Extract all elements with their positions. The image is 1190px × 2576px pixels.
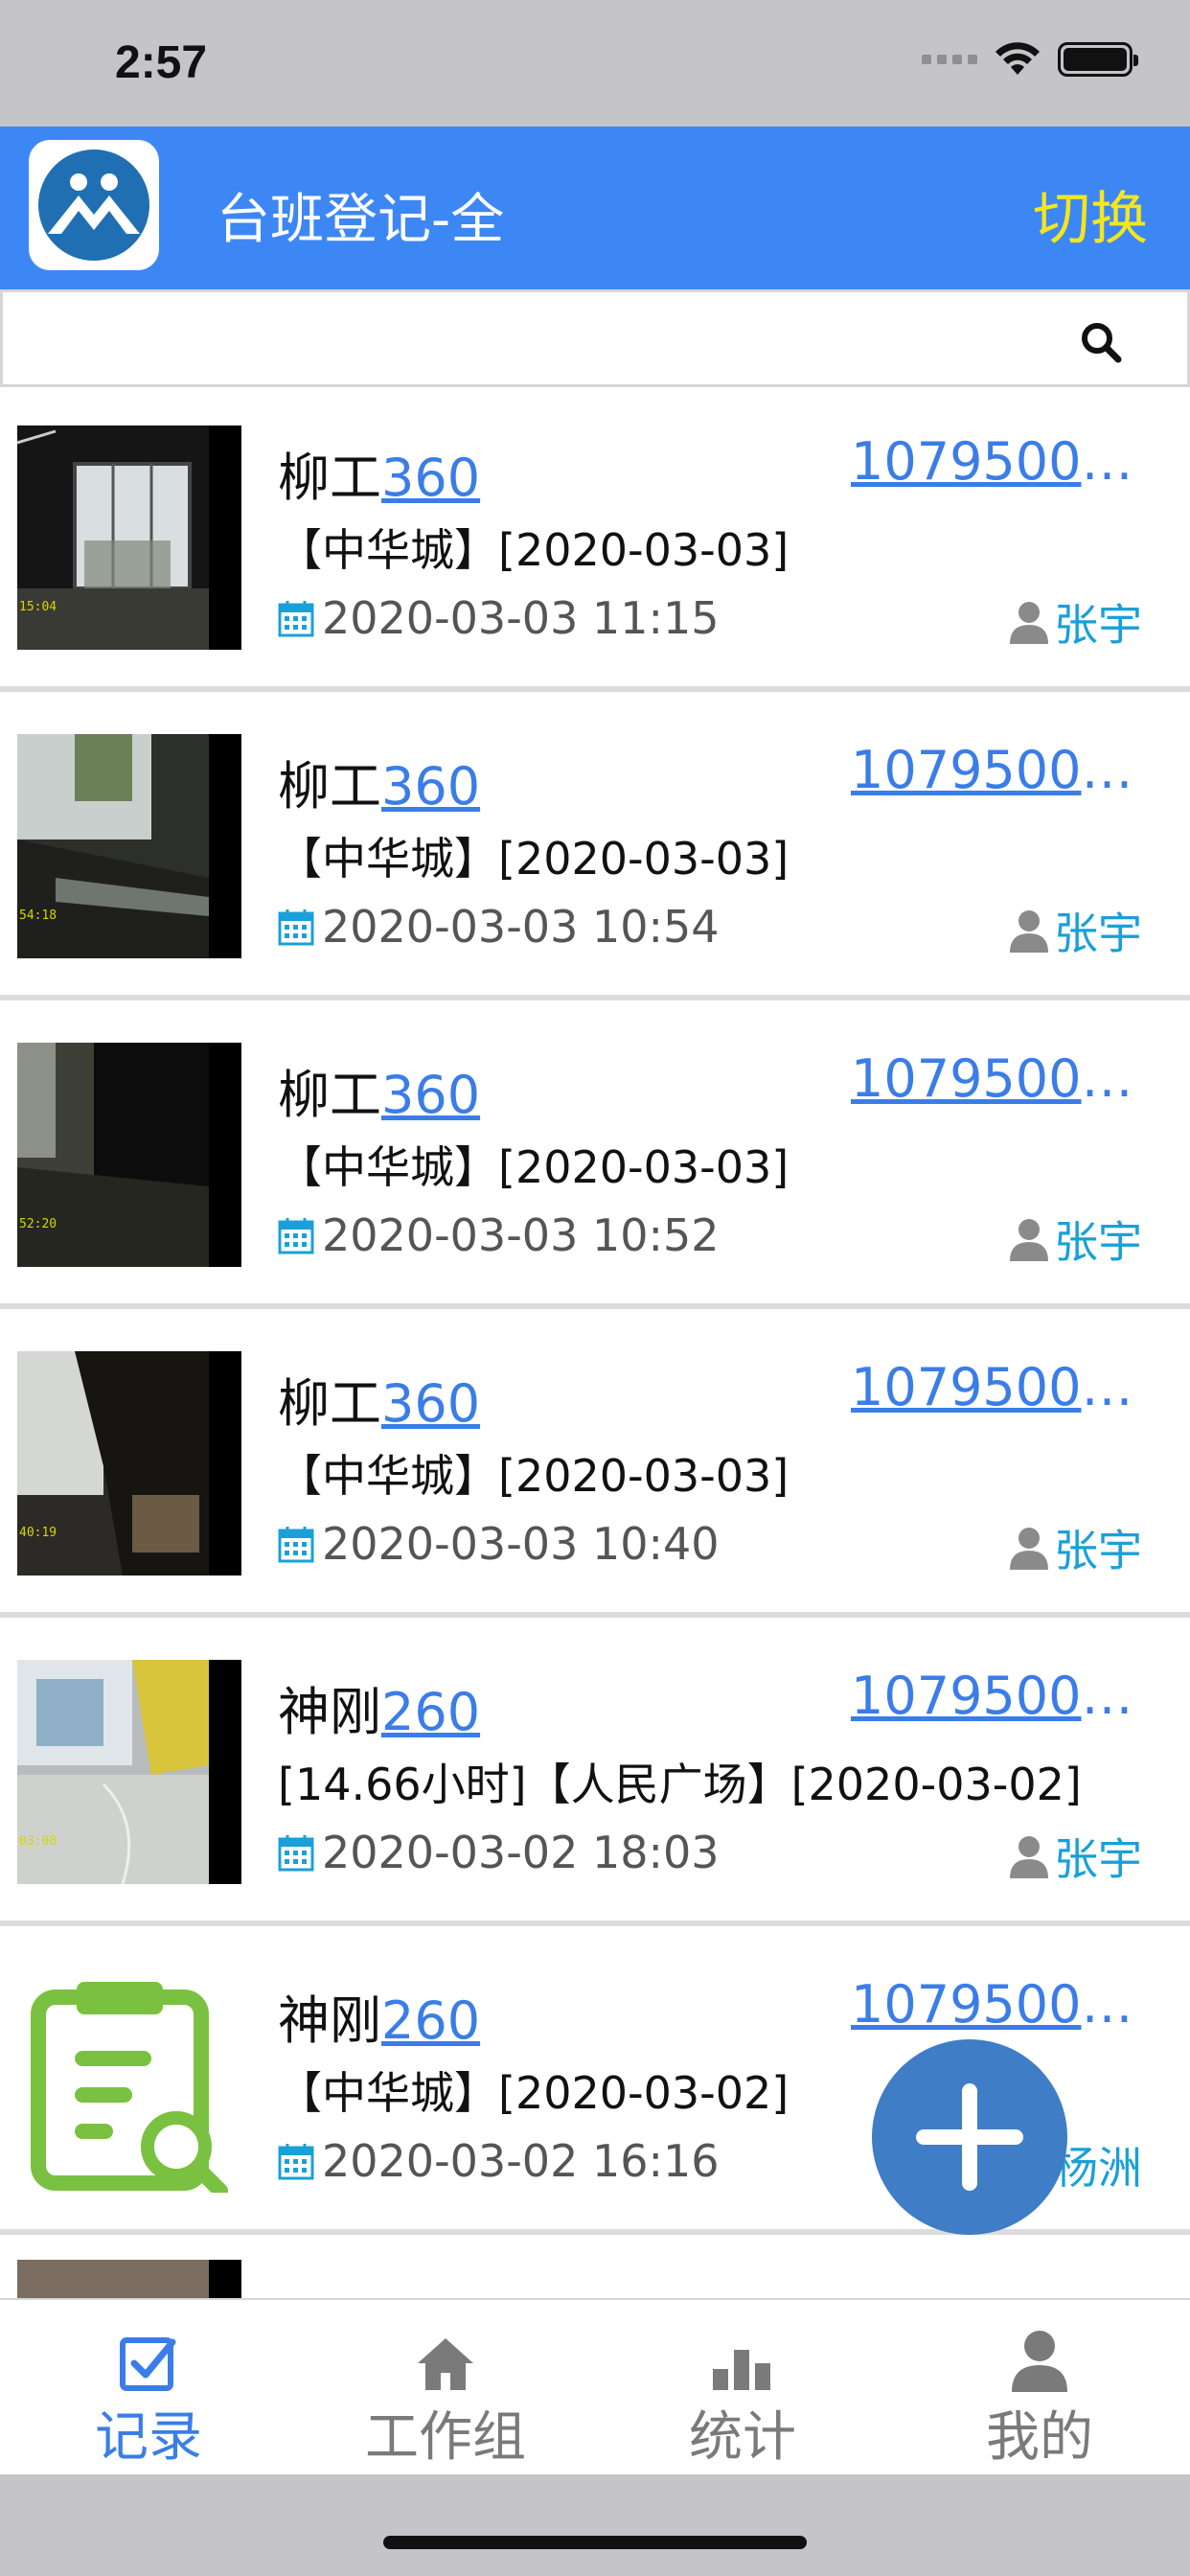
- record-date: 2020-03-02 16:16: [278, 2135, 720, 2187]
- status-time: 2:57: [115, 37, 208, 88]
- list-item[interactable]: 03:08 神刚260 10795000... [14.66小时]【人民广场】[…: [0, 1622, 1190, 1926]
- status-icons: [922, 42, 1138, 77]
- calendar-icon: [278, 909, 314, 946]
- battery-icon: [1058, 42, 1138, 77]
- list-item[interactable]: [0, 2239, 1190, 2298]
- record-description: 【中华城】[2020-03-03]: [278, 1141, 790, 1193]
- machine-name: 柳工360: [278, 756, 481, 816]
- add-record-button[interactable]: [872, 2039, 1067, 2235]
- app-logo: [29, 140, 159, 270]
- calendar-icon: [278, 601, 314, 637]
- clipboard-search-icon: [17, 1968, 241, 2193]
- user-icon: [1010, 602, 1048, 644]
- record-photo: 15:04: [17, 426, 241, 650]
- home-indicator[interactable]: [383, 2536, 807, 2549]
- tab-mine[interactable]: 我的: [891, 2300, 1188, 2476]
- calendar-icon: [278, 1218, 314, 1254]
- user-icon: [1010, 1528, 1048, 1570]
- record-user[interactable]: 张宇: [1008, 1825, 1142, 1888]
- home-icon: [416, 2333, 475, 2392]
- record-photo: 03:08: [17, 1660, 241, 1884]
- machine-name: 柳工360: [278, 1373, 481, 1434]
- record-user[interactable]: 张宇: [1008, 899, 1142, 962]
- user-icon: [1010, 2331, 1069, 2392]
- record-date: 2020-03-03 10:40: [278, 1518, 720, 1570]
- record-user[interactable]: 张宇: [1008, 1208, 1142, 1271]
- wifi-icon: [995, 42, 1040, 75]
- calendar-icon: [278, 1527, 314, 1563]
- user-icon: [1010, 910, 1048, 953]
- machine-model-link[interactable]: 360: [381, 1065, 480, 1125]
- user-icon: [1010, 1219, 1048, 1261]
- record-description: 【中华城】[2020-03-02]: [278, 2067, 790, 2119]
- checkbox-icon: [119, 2333, 178, 2392]
- record-description: [14.66小时]【人民广场】[2020-03-02]: [278, 1759, 1082, 1810]
- search-input[interactable]: [0, 289, 1190, 387]
- record-photo: [17, 2260, 241, 2298]
- machine-code-link[interactable]: 10795000...: [851, 1666, 1148, 1726]
- machine-name: 柳工360: [278, 1065, 481, 1125]
- record-list[interactable]: 15:04 柳工360 10795000... 【中华城】[2020-03-03…: [0, 387, 1190, 2298]
- tab-bar: 记录 工作组 统计 我的: [0, 2298, 1190, 2474]
- record-photo: 54:18: [17, 734, 241, 958]
- machine-model-link[interactable]: 260: [381, 1990, 480, 2051]
- list-item[interactable]: 52:20 柳工360 10795000... 【中华城】[2020-03-03…: [0, 1004, 1190, 1309]
- status-bar: 2:57: [0, 0, 1190, 126]
- machine-code-link[interactable]: 10795000...: [851, 1974, 1148, 2035]
- record-user[interactable]: 张宇: [1008, 1516, 1142, 1579]
- logo-icon: [38, 150, 149, 261]
- list-item[interactable]: 54:18 柳工360 10795000... 【中华城】[2020-03-03…: [0, 696, 1190, 1000]
- machine-model-link[interactable]: 260: [381, 1682, 480, 1742]
- record-date: 2020-03-03 10:52: [278, 1209, 720, 1261]
- list-item[interactable]: 15:04 柳工360 10795000... 【中华城】[2020-03-03…: [0, 387, 1190, 692]
- home-indicator-area: [0, 2474, 1190, 2576]
- tab-workgroup[interactable]: 工作组: [297, 2300, 594, 2476]
- app-header: 台班登记-全 切换: [0, 126, 1190, 289]
- switch-button[interactable]: 切换: [1033, 172, 1148, 256]
- machine-code-link[interactable]: 10795000...: [851, 1357, 1148, 1417]
- machine-model-link[interactable]: 360: [381, 448, 480, 508]
- list-item[interactable]: 40:19 柳工360 10795000... 【中华城】[2020-03-03…: [0, 1313, 1190, 1618]
- machine-model-link[interactable]: 360: [381, 1373, 480, 1434]
- page-title: 台班登记-全: [217, 189, 505, 251]
- record-user[interactable]: 张宇: [1008, 590, 1142, 654]
- bar-chart-icon: [711, 2333, 774, 2392]
- record-photo: 40:19: [17, 1351, 241, 1576]
- plus-icon: [916, 2083, 1023, 2191]
- record-date: 2020-03-03 10:54: [278, 901, 720, 953]
- tab-statistics[interactable]: 统计: [594, 2300, 891, 2476]
- machine-code-link[interactable]: 10795000...: [851, 1048, 1148, 1109]
- calendar-icon: [278, 1835, 314, 1872]
- record-date: 2020-03-03 11:15: [278, 592, 720, 644]
- record-description: 【中华城】[2020-03-03]: [278, 524, 790, 576]
- machine-name: 神刚260: [278, 1990, 481, 2051]
- machine-name: 神刚260: [278, 1682, 481, 1742]
- record-description: 【中华城】[2020-03-03]: [278, 833, 790, 885]
- machine-name: 柳工360: [278, 448, 481, 508]
- search-icon[interactable]: [1078, 319, 1124, 365]
- user-icon: [1010, 1836, 1048, 1878]
- machine-code-link[interactable]: 10795000...: [851, 740, 1148, 800]
- record-date: 2020-03-02 18:03: [278, 1827, 720, 1878]
- tab-records[interactable]: 记录: [0, 2300, 297, 2476]
- machine-model-link[interactable]: 360: [381, 756, 480, 816]
- signal-icon: [922, 55, 977, 64]
- record-photo: 52:20: [17, 1043, 241, 1267]
- machine-code-link[interactable]: 10795000...: [851, 431, 1148, 492]
- calendar-icon: [278, 2144, 314, 2180]
- record-description: 【中华城】[2020-03-03]: [278, 1450, 790, 1502]
